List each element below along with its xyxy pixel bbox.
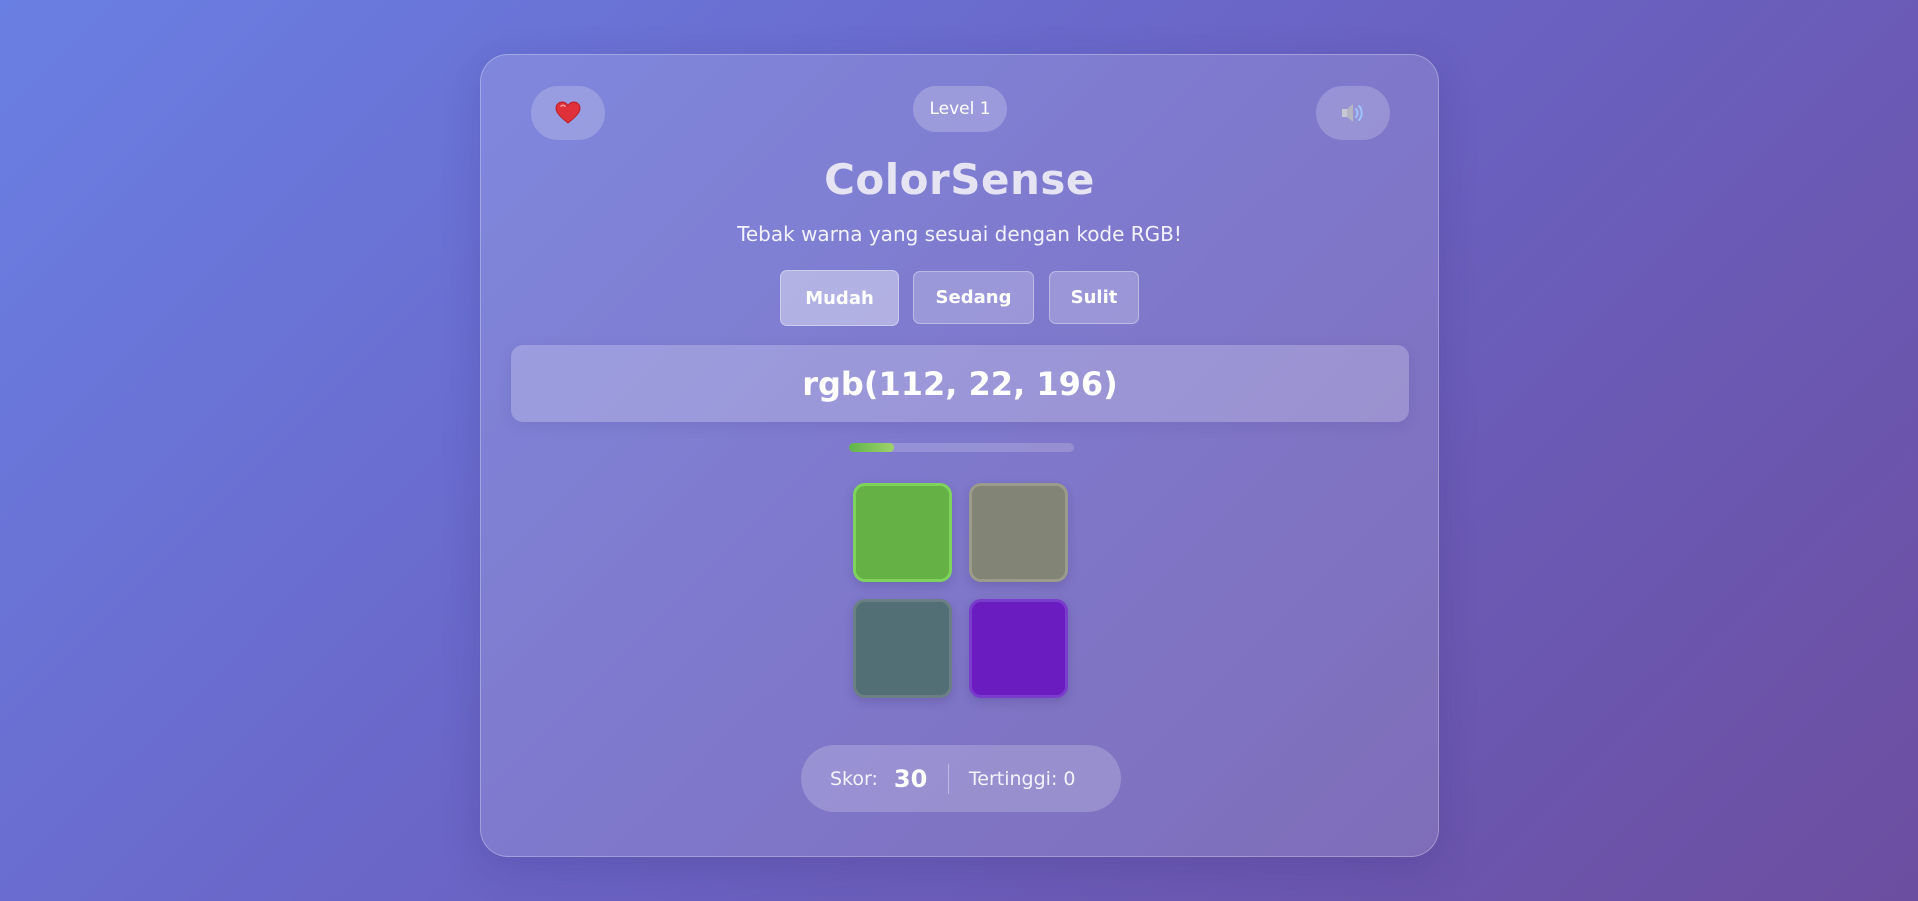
heart-icon: [555, 101, 581, 124]
difficulty-medium-button[interactable]: Sedang: [913, 271, 1034, 324]
score-panel: Skor: 30 Tertinggi: 0: [801, 745, 1121, 812]
difficulty-easy-button[interactable]: Mudah: [780, 270, 899, 326]
level-badge: Level 1: [913, 86, 1007, 132]
score-label: Skor:: [830, 767, 878, 790]
color-tile-4[interactable]: [969, 599, 1068, 698]
game-card: Level 1 ColorSense Tebak warna yang sesu…: [480, 54, 1439, 857]
color-tile-1[interactable]: [853, 483, 952, 582]
target-rgb-text: rgb(112, 22, 196): [802, 364, 1118, 403]
score-divider: [947, 763, 949, 794]
difficulty-hard-button[interactable]: Sulit: [1049, 271, 1139, 324]
best-score: Tertinggi: 0: [968, 767, 1076, 790]
sound-toggle-button[interactable]: [1316, 86, 1390, 140]
score-value: 30: [893, 764, 928, 793]
lives-button[interactable]: [531, 86, 605, 140]
color-tile-2[interactable]: [969, 483, 1068, 582]
game-subtitle: Tebak warna yang sesuai dengan kode RGB!: [737, 222, 1182, 246]
speaker-icon: [1342, 104, 1363, 122]
color-tile-3[interactable]: [853, 599, 952, 698]
progress-fill: [849, 443, 894, 452]
target-rgb-display: rgb(112, 22, 196): [511, 345, 1409, 422]
game-title: ColorSense: [824, 155, 1095, 204]
progress-bar: [849, 443, 1074, 452]
